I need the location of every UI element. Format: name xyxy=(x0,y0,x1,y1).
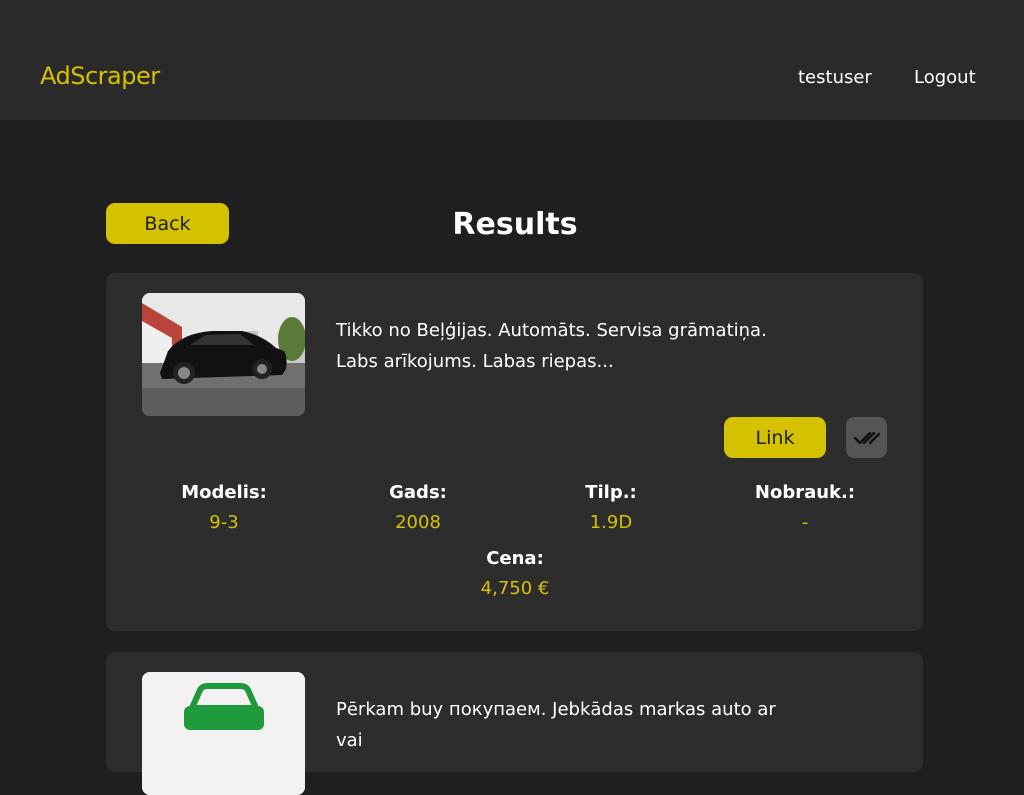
spec-label: Nobrauk.: xyxy=(754,482,856,503)
result-description: Pērkam buy покупаем. Jebkādas markas aut… xyxy=(336,694,806,756)
car-thumbnail xyxy=(142,293,305,416)
car-icon xyxy=(142,672,305,795)
spec-value: 1.9D xyxy=(589,512,633,533)
result-description: Tikko no Beļģijas. Automāts. Servisa grā… xyxy=(336,315,806,377)
spec-year: Gads: 2008 xyxy=(338,481,498,535)
result-card: Tikko no Beļģijas. Automāts. Servisa grā… xyxy=(106,273,923,631)
description-line: Labs arīkojums. Labas riepas... xyxy=(336,351,614,372)
spec-label: Gads: xyxy=(389,482,447,503)
spec-value: 9-3 xyxy=(209,512,239,533)
result-card: Pērkam buy покупаем. Jebkādas markas aut… xyxy=(106,652,923,795)
nav-username[interactable]: testuser xyxy=(798,67,872,88)
spec-label: Tilp.: xyxy=(585,482,637,503)
description-line: Pērkam buy покупаем. Jebkādas markas aut… xyxy=(336,699,776,751)
page-title: Results xyxy=(452,207,578,242)
logout-link[interactable]: Logout xyxy=(914,67,976,88)
spec-price: Cena: 4,750 € xyxy=(435,547,595,601)
spec-mileage: Nobrauk.: - xyxy=(725,481,885,535)
double-check-icon xyxy=(853,431,880,444)
car-photo xyxy=(142,293,305,416)
link-button[interactable]: Link xyxy=(724,417,826,458)
spec-value: - xyxy=(801,512,809,533)
description-line: Tikko no Beļģijas. Automāts. Servisa grā… xyxy=(336,320,767,341)
spec-engine: Tilp.: 1.9D xyxy=(531,481,691,535)
spec-label: Cena: xyxy=(486,548,544,569)
car-thumbnail xyxy=(142,672,305,795)
navbar: AdScraper testuser Logout xyxy=(0,0,1024,120)
brand-logo[interactable]: AdScraper xyxy=(40,62,160,90)
spec-value: 4,750 € xyxy=(480,578,550,599)
spec-label: Modelis: xyxy=(181,482,267,503)
spec-value: 2008 xyxy=(395,512,441,533)
mark-seen-button[interactable] xyxy=(846,417,887,458)
spec-model: Modelis: 9-3 xyxy=(144,481,304,535)
